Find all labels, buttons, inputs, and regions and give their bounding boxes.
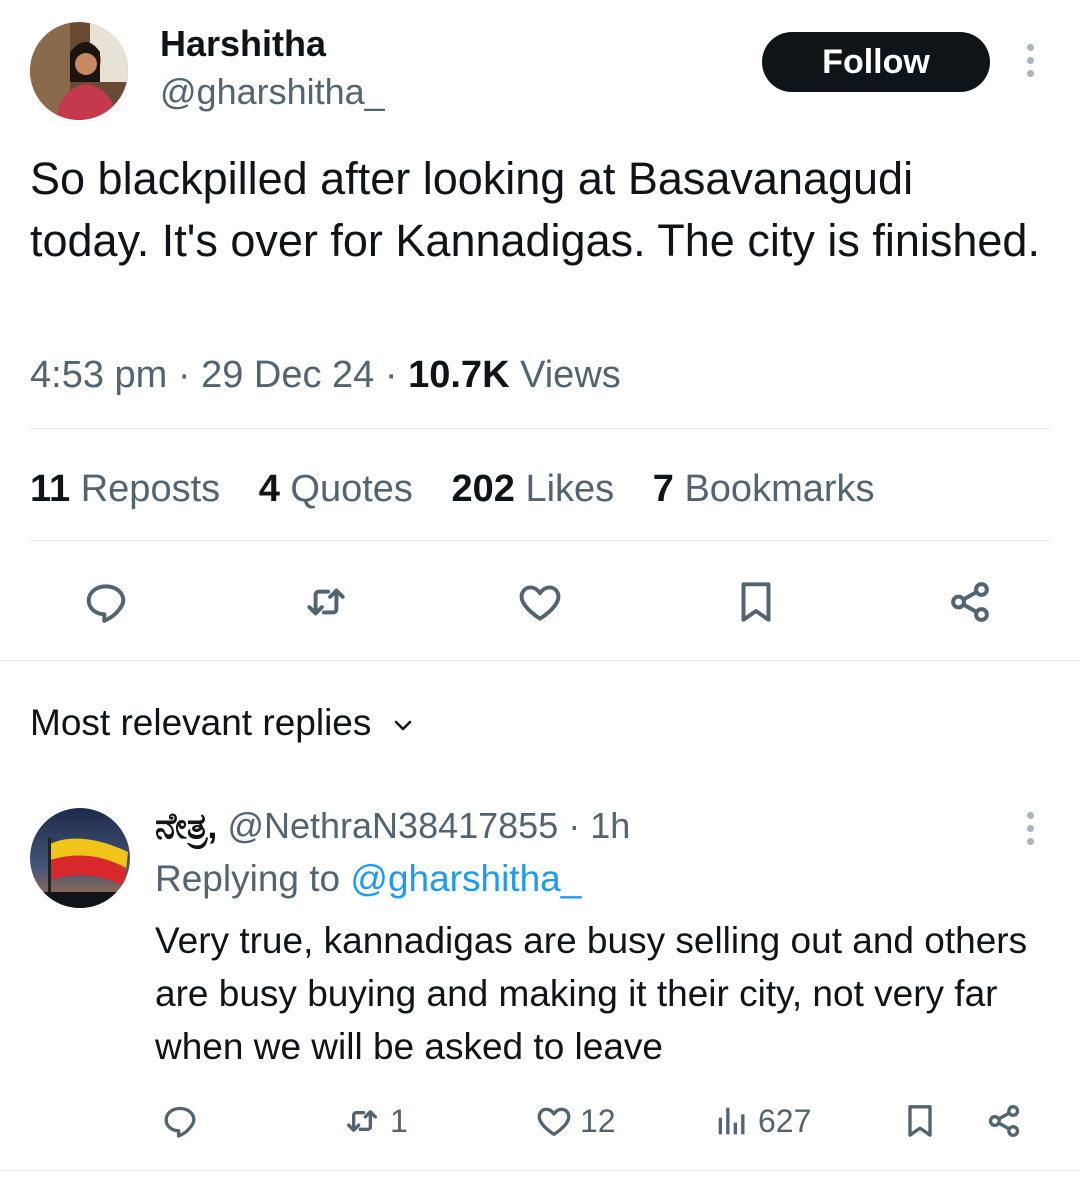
share-icon: [988, 1105, 1020, 1137]
like-icon[interactable]: [512, 574, 568, 630]
reply-more-options-icon[interactable]: [1020, 812, 1040, 845]
reply-time[interactable]: 1h: [590, 805, 630, 846]
repost-icon[interactable]: [296, 574, 356, 630]
views-count: 10.7K: [408, 354, 510, 396]
reply-bookmark-button[interactable]: [900, 1098, 940, 1144]
reply-text: Very true, kannadigas are busy selling o…: [155, 920, 1028, 1067]
reply-icon[interactable]: [78, 574, 134, 630]
replies-sort-label: Most relevant replies: [30, 702, 372, 743]
bookmark-icon: [908, 1105, 932, 1137]
author-name[interactable]: Harshitha: [160, 24, 326, 64]
views-label: Views: [520, 354, 621, 396]
meta-separator: ·: [384, 354, 398, 396]
replying-to-label: Replying to: [155, 858, 341, 899]
reply-separator: ·: [568, 805, 581, 846]
replies-sort-dropdown[interactable]: Most relevant replies: [30, 700, 418, 746]
bookmark-icon[interactable]: [728, 574, 784, 630]
reply-views-button[interactable]: 627: [712, 1098, 811, 1144]
stat-reposts[interactable]: 11 Reposts: [30, 466, 220, 512]
chevron-down-icon: [394, 720, 411, 731]
reply-like-button[interactable]: 12: [534, 1098, 616, 1144]
replying-to-handle[interactable]: @gharshitha_: [350, 858, 581, 899]
meta-separator: ·: [177, 354, 191, 396]
author-handle[interactable]: @gharshitha_: [160, 72, 385, 112]
divider: [0, 1170, 1080, 1171]
reply-repost-button[interactable]: 1: [340, 1098, 408, 1144]
share-icon[interactable]: [942, 574, 998, 630]
views-icon: [718, 1107, 745, 1135]
reply-avatar[interactable]: [30, 808, 130, 908]
reply-icon: [164, 1106, 196, 1138]
tweet-time[interactable]: 4:53 pm: [30, 354, 167, 396]
reply-header: ನೇತ್ರ, @NethraN38417855 · 1h: [155, 805, 631, 846]
divider: [30, 428, 1050, 429]
like-icon: [537, 1107, 571, 1136]
reply-avatar-image: [30, 808, 130, 908]
divider: [0, 660, 1080, 661]
tweet-text: So blackpilled after looking at Basavana…: [30, 153, 1040, 266]
stat-likes[interactable]: 202 Likes: [452, 466, 615, 512]
author-avatar-image: [30, 22, 128, 120]
tweet-meta: 4:53 pm · 29 Dec 24 · 10.7K Views: [30, 352, 621, 398]
stat-bookmarks[interactable]: 7 Bookmarks: [653, 466, 875, 512]
follow-button[interactable]: Follow: [762, 32, 990, 92]
reply-repost-count: 1: [390, 1102, 408, 1139]
reply-reply-button[interactable]: [160, 1098, 200, 1144]
reply-author-name[interactable]: ನೇತ್ರ: [155, 805, 207, 846]
replying-to: Replying to @gharshitha_: [155, 856, 581, 902]
stat-quotes[interactable]: 4 Quotes: [259, 466, 413, 512]
more-options-icon[interactable]: [1020, 44, 1040, 77]
repost-icon: [347, 1110, 377, 1132]
reply-like-count: 12: [580, 1102, 616, 1139]
engagement-stats: 11 Reposts 4 Quotes 202 Likes 7 Bookmark…: [30, 466, 903, 512]
tweet-date[interactable]: 29 Dec 24: [201, 354, 374, 396]
reply-share-button[interactable]: [984, 1098, 1024, 1144]
divider: [30, 540, 1050, 541]
author-avatar[interactable]: [30, 22, 128, 120]
reply-author-handle[interactable]: @NethraN38417855: [227, 805, 558, 846]
reply-views-count: 627: [758, 1102, 812, 1139]
